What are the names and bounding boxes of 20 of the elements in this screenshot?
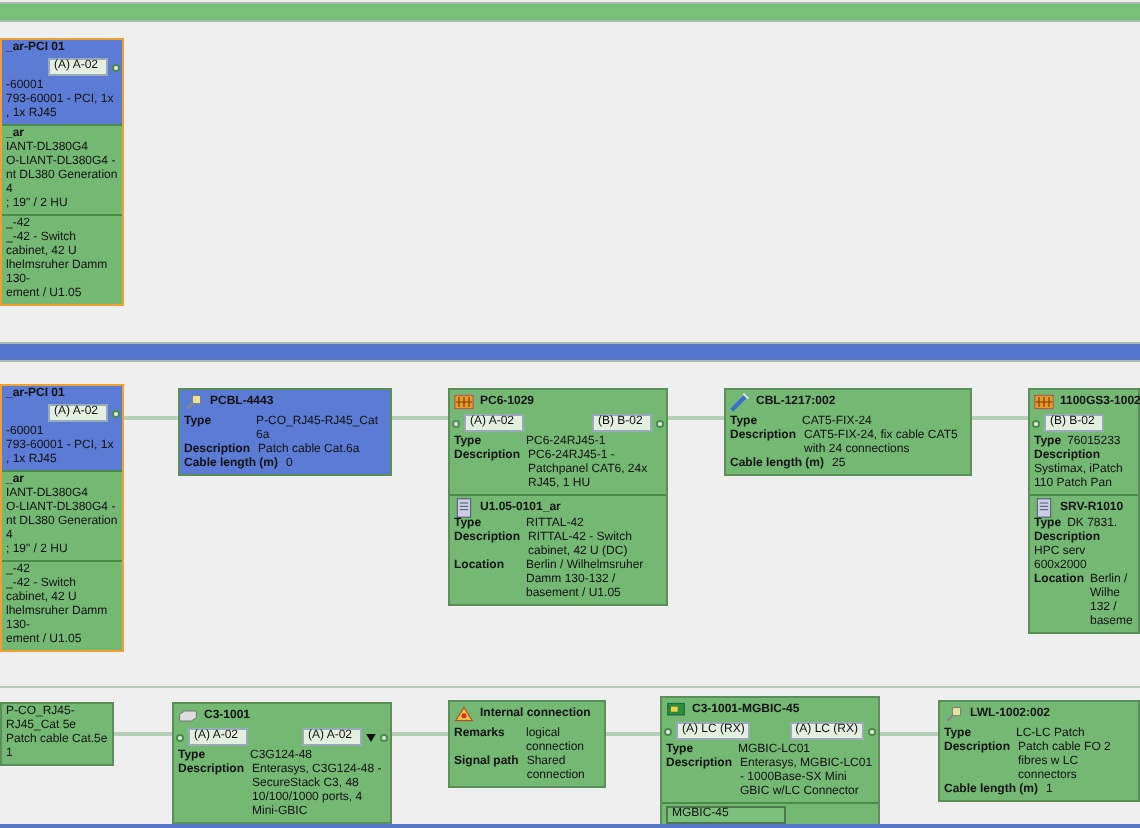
module-card-icon [666,700,686,720]
connector-line [124,416,178,420]
connector-line [606,732,660,736]
connector-line [392,732,448,736]
patch-panel-icon [454,392,474,412]
cable-icon [730,392,750,412]
cabinet-icon [454,498,474,518]
connector-line [668,416,724,420]
connector-line [114,732,172,736]
cable-plug-icon [944,704,964,724]
node-card[interactable] [448,388,668,606]
cable-plug-icon [184,392,204,412]
patch-panel-icon [1034,392,1054,412]
cabinet-icon [1034,498,1054,518]
connector-line [880,732,938,736]
dropdown-caret-icon[interactable] [366,733,376,741]
network-switch-icon [178,706,198,726]
connector-line [392,416,448,420]
connection-icon [454,704,474,724]
connector-line [972,416,1028,420]
